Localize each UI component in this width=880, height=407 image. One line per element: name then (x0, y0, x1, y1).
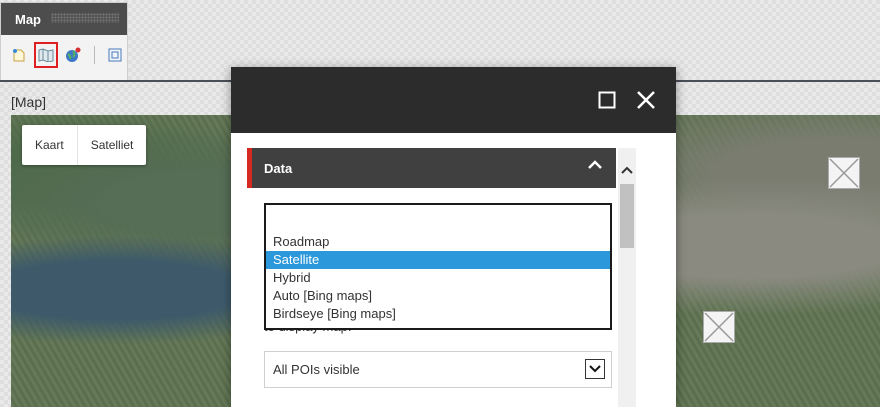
scroll-up-arrow[interactable] (618, 162, 636, 178)
close-icon (637, 91, 655, 109)
ribbon-title: Map (15, 11, 41, 27)
new-map-icon[interactable] (7, 42, 30, 68)
globe-icon[interactable] (62, 42, 85, 68)
fullscreen-icon[interactable] (104, 42, 127, 68)
data-section-header[interactable]: Data (247, 148, 616, 188)
chevron-up-icon (621, 166, 633, 174)
option-hybrid[interactable]: Hybrid (266, 269, 610, 287)
ribbon-title-bar: Map (1, 3, 127, 35)
option-auto-bing[interactable]: Auto [Bing maps] (266, 287, 610, 305)
option-satellite[interactable]: Satellite (266, 251, 610, 269)
map-type-control: Kaart Satelliet (22, 125, 147, 165)
map-type-satelliet-button[interactable]: Satelliet (76, 125, 147, 165)
ribbon-grip (51, 13, 119, 23)
ribbon-separator (93, 46, 95, 64)
map-settings-dialog: Data to display map. Roadmap Satellite H… (231, 67, 676, 407)
dialog-header (231, 67, 676, 133)
option-birdseye-bing[interactable]: Birdseye [Bing maps] (266, 305, 610, 323)
map-ribbon-group: Map (0, 2, 128, 82)
close-button[interactable] (633, 87, 659, 113)
maximize-icon (598, 91, 616, 109)
map-type-listbox[interactable]: Roadmap Satellite Hybrid Auto [Bing maps… (264, 203, 612, 330)
broken-image-icon (703, 311, 735, 343)
maximize-button[interactable] (596, 89, 618, 111)
option-roadmap[interactable]: Roadmap (266, 233, 610, 251)
chevron-up-icon (588, 160, 602, 169)
map-icon[interactable] (34, 42, 58, 68)
broken-image-icon (828, 157, 860, 189)
map-type-kaart-button[interactable]: Kaart (22, 138, 77, 152)
dialog-scrollbar[interactable] (618, 148, 636, 407)
poi-select-value: All POIs visible (273, 362, 360, 377)
poi-visibility-select[interactable]: All POIs visible (264, 351, 612, 388)
map-placeholder-label: [Map] (11, 94, 47, 110)
scrollbar-thumb[interactable] (620, 184, 634, 248)
section-title: Data (264, 160, 293, 176)
chevron-down-icon[interactable] (585, 359, 605, 379)
